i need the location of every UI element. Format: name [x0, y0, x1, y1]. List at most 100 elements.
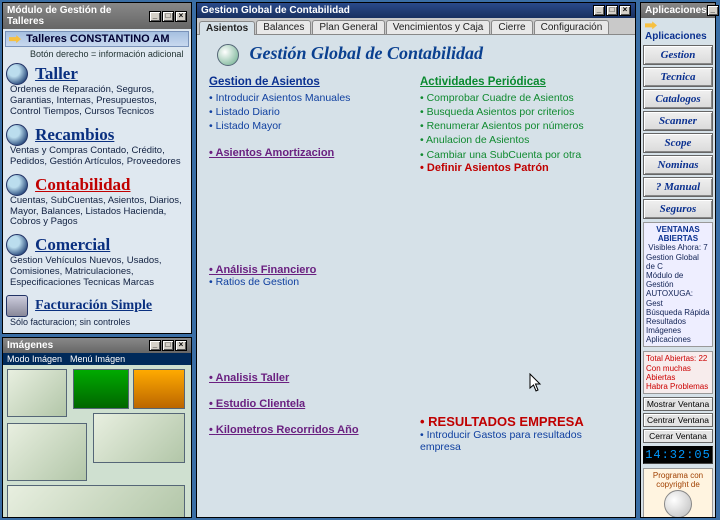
open-window-item[interactable]: Imágenes: [646, 326, 710, 335]
right-body: Aplicaciones Gestion Tecnica Catalogos S…: [641, 18, 715, 517]
btn-nominas[interactable]: Nominas: [643, 155, 713, 175]
maximize-icon[interactable]: □: [606, 5, 618, 16]
tab-asientos[interactable]: Asientos: [199, 21, 255, 35]
copyright-box: Programa con copyright de: [643, 468, 713, 517]
btn-catalogos[interactable]: Catalogos: [643, 89, 713, 109]
tab-balances[interactable]: Balances: [256, 20, 311, 34]
tab-cierre[interactable]: Cierre: [491, 20, 532, 34]
introducir-gastos[interactable]: Introducir Gastos para resultados empres…: [420, 429, 623, 453]
contabilidad-desc: Cuentas, SubCuentas, Asientos, Diarios, …: [4, 196, 190, 233]
minimize-icon[interactable]: _: [593, 5, 605, 16]
analisis-financiero[interactable]: Análisis Financiero: [209, 264, 623, 276]
section-taller[interactable]: Taller Ordenes de Reparación, Seguros, G…: [4, 61, 190, 122]
btn-centrar-ventana[interactable]: Centrar Ventana: [643, 413, 713, 427]
definir-asientos-patron[interactable]: Definir Asientos Patrón: [420, 162, 623, 174]
recambios-title[interactable]: Recambios: [35, 125, 114, 144]
thumbnail-image[interactable]: [93, 413, 185, 463]
item-anulacion[interactable]: Anulacion de Asientos: [420, 133, 623, 147]
minimize-icon[interactable]: _: [149, 340, 161, 351]
kilometros-recorridos[interactable]: Kilometros Recorridos Año: [209, 424, 412, 436]
btn-gestion[interactable]: Gestion: [643, 45, 713, 65]
btn-mostrar-ventana[interactable]: Mostrar Ventana: [643, 397, 713, 411]
facturacion-title[interactable]: Facturación Simple: [35, 298, 152, 313]
logo-icon: [664, 490, 692, 517]
comercial-title[interactable]: Comercial: [35, 235, 110, 254]
section-recambios[interactable]: Recambios Ventas y Compras Contado, Créd…: [4, 122, 190, 172]
thumbnail-image[interactable]: [7, 369, 67, 417]
apps-header: Aplicaciones: [641, 18, 715, 44]
close-icon[interactable]: ×: [175, 11, 187, 22]
thumbnail-image[interactable]: [73, 369, 129, 409]
copyright-text: Programa con copyright de: [644, 471, 712, 489]
resultados-empresa[interactable]: RESULTADOS EMPRESA: [420, 414, 623, 429]
ratios-gestion[interactable]: Ratios de Gestion: [209, 276, 623, 288]
images-titlebar[interactable]: Imágenes _ □ ×: [3, 338, 191, 353]
center-window-controls: _ □ ×: [593, 5, 631, 16]
actividades-heading[interactable]: Actividades Periódicas: [420, 76, 623, 88]
estudio-clientela[interactable]: Estudio Clientela: [209, 398, 412, 410]
gestion-asientos-list: Introducir Asientos Manuales Listado Dia…: [209, 91, 412, 134]
maximize-icon[interactable]: □: [162, 340, 174, 351]
minimize-icon[interactable]: _: [707, 5, 719, 16]
thumbnail-image[interactable]: [7, 423, 87, 481]
item-busqueda-asientos[interactable]: Busqueda Asientos por criterios: [420, 105, 623, 119]
analisis-taller[interactable]: Analisis Taller: [209, 372, 412, 384]
images-title: Imágenes: [7, 340, 53, 351]
comercial-icon: [6, 234, 28, 256]
tabs: Asientos Balances Plan General Vencimien…: [197, 18, 635, 35]
center-window: Gestion Global de Contabilidad _ □ × Asi…: [196, 2, 636, 518]
left-window-controls: _ □ ×: [149, 11, 187, 22]
right-titlebar[interactable]: Aplicaciones _ □ ×: [641, 3, 715, 18]
open-window-item[interactable]: Módulo de Gestión: [646, 271, 710, 289]
item-comprobar-cuadre[interactable]: Comprobar Cuadre de Asientos: [420, 91, 623, 105]
images-window-controls: _ □ ×: [149, 340, 187, 351]
utilidades-link[interactable]: Utilidades: [4, 331, 190, 333]
minimize-icon[interactable]: _: [149, 11, 161, 22]
btn-manual[interactable]: ? Manual: [643, 177, 713, 197]
gestion-asientos-heading[interactable]: Gestion de Asientos: [209, 76, 412, 88]
images-body[interactable]: [3, 365, 191, 517]
maximize-icon[interactable]: □: [162, 11, 174, 22]
right-window-controls: _ □ ×: [707, 5, 720, 16]
taller-title[interactable]: Taller: [35, 64, 78, 83]
col-actividades: Actividades Periódicas Comprobar Cuadre …: [420, 76, 623, 174]
section-contabilidad[interactable]: Contabilidad Cuentas, SubCuentas, Asient…: [4, 172, 190, 233]
section-facturacion[interactable]: Facturación Simple Sólo facturacion; sin…: [4, 293, 190, 331]
close-icon[interactable]: ×: [619, 5, 631, 16]
left-module-window: Módulo de Gestión de Talleres _ □ × Tall…: [2, 2, 192, 334]
btn-scope[interactable]: Scope: [643, 133, 713, 153]
open-window-item[interactable]: Gestion Global de C: [646, 253, 710, 271]
contabilidad-icon: [6, 174, 28, 196]
clock-display: 14:32:05: [643, 446, 713, 464]
item-renumerar[interactable]: Renumerar Asientos por números: [420, 119, 623, 133]
open-windows-box: VENTANAS ABIERTAS Visibles Ahora: 7 Gest…: [643, 222, 713, 347]
thumbnail-image[interactable]: [133, 369, 185, 409]
btn-cerrar-ventana[interactable]: Cerrar Ventana: [643, 429, 713, 443]
section-comercial[interactable]: Comercial Gestion Vehículos Nuevos, Usad…: [4, 232, 190, 293]
item-cambiar-subcuenta[interactable]: Cambiar una SubCuenta por otra: [420, 148, 623, 162]
recambios-icon: [6, 124, 28, 146]
tab-vencimientos[interactable]: Vencimientos y Caja: [386, 20, 491, 34]
left-titlebar[interactable]: Módulo de Gestión de Talleres _ □ ×: [3, 3, 191, 29]
images-tool-menu[interactable]: Menú Imágen: [70, 354, 125, 364]
actividades-list: Comprobar Cuadre de Asientos Busqueda As…: [420, 91, 623, 162]
close-icon[interactable]: ×: [175, 340, 187, 351]
btn-tecnica[interactable]: Tecnica: [643, 67, 713, 87]
contabilidad-title[interactable]: Contabilidad: [35, 175, 130, 194]
open-window-item[interactable]: Aplicaciones: [646, 335, 710, 344]
open-windows-visible: Visibles Ahora: 7: [646, 243, 710, 252]
item-listado-diario[interactable]: Listado Diario: [209, 105, 412, 119]
item-listado-mayor[interactable]: Listado Mayor: [209, 119, 412, 133]
open-window-item[interactable]: Resultados: [646, 317, 710, 326]
thumbnail-image[interactable]: [7, 485, 185, 517]
btn-seguros[interactable]: Seguros: [643, 199, 713, 219]
tab-plan-general[interactable]: Plan General: [312, 20, 384, 34]
images-tool-mode[interactable]: Modo Imágen: [7, 354, 62, 364]
asientos-amortizacion[interactable]: Asientos Amortizacion: [209, 147, 412, 159]
center-titlebar[interactable]: Gestion Global de Contabilidad _ □ ×: [197, 3, 635, 18]
item-introducir-asientos[interactable]: Introducir Asientos Manuales: [209, 91, 412, 105]
open-window-item[interactable]: Búsqueda Rápida: [646, 308, 710, 317]
open-window-item[interactable]: AUTOXUGA: Gest: [646, 289, 710, 307]
tab-configuracion[interactable]: Configuración: [534, 20, 610, 34]
btn-scanner[interactable]: Scanner: [643, 111, 713, 131]
